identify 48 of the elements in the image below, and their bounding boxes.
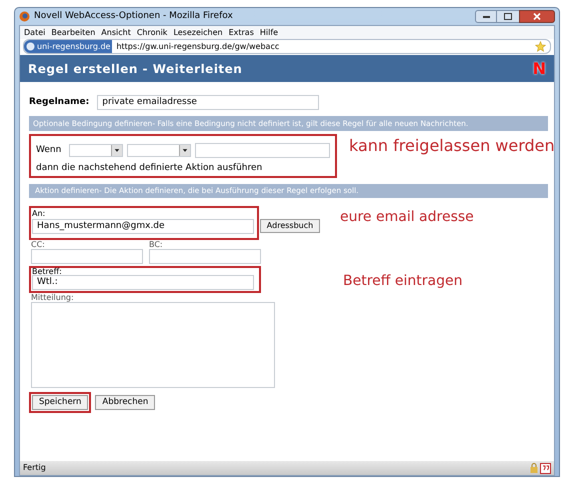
- annotation-text: kann freigelassen werden: [349, 135, 555, 157]
- menu-item[interactable]: Chronik: [136, 26, 168, 38]
- close-icon: [533, 13, 541, 20]
- maximize-icon: [504, 13, 512, 20]
- field-label: An:: [32, 208, 46, 219]
- field-label: Regelname:: [29, 96, 90, 109]
- condition-text: dann die nachstehend definierte Aktion ausführen: [36, 162, 264, 175]
- subject-field[interactable]: Wtl.:: [32, 275, 254, 290]
- address-book-button[interactable]: Adressbuch: [260, 219, 320, 233]
- dropdown[interactable]: [69, 144, 123, 157]
- caret-icon: [179, 145, 190, 156]
- form-button[interactable]: Abbrechen: [95, 395, 156, 410]
- annotation-text: Betreff eintragen: [343, 272, 462, 291]
- form-button[interactable]: Speichern: [32, 395, 88, 410]
- menu-item[interactable]: Extras: [228, 26, 254, 38]
- close-button[interactable]: [519, 10, 555, 23]
- bc-field[interactable]: [149, 249, 261, 264]
- menu-item[interactable]: Ansicht: [101, 26, 131, 38]
- menu-item[interactable]: Bearbeiten: [51, 26, 96, 38]
- condition-field[interactable]: [195, 143, 330, 158]
- recipient-field[interactable]: Hans_mustermann@gmx.de: [32, 219, 254, 234]
- maximize-button[interactable]: [497, 10, 519, 23]
- minimize-icon: [482, 16, 490, 18]
- field-label: Wenn: [36, 144, 62, 157]
- logo: N: [532, 58, 546, 80]
- field-label: BC:: [149, 240, 164, 249]
- quote-icon: [540, 462, 551, 474]
- url-text[interactable]: https://gw.uni-regensburg.de/gw/webacc: [116, 40, 280, 52]
- menu-item[interactable]: Datei: [24, 26, 46, 38]
- page-title: Regel erstellen - Weiterleiten: [28, 60, 242, 78]
- rule-name-field[interactable]: private emailadresse: [97, 95, 320, 110]
- lock-icon: [530, 463, 538, 473]
- menu-item[interactable]: Hilfe: [260, 26, 278, 38]
- browser-logo-icon: [19, 11, 30, 22]
- dropdown[interactable]: [126, 144, 192, 157]
- window-title: Novell WebAccess-Optionen - Mozilla Firefox: [34, 10, 233, 23]
- menu-item[interactable]: Lesezeichen: [173, 26, 223, 38]
- minimize-button[interactable]: [475, 10, 497, 23]
- message-field[interactable]: [31, 302, 275, 388]
- site-identity[interactable]: uni-regensburg.de: [24, 40, 112, 53]
- status-text: Fertig: [23, 462, 46, 474]
- annotation-text: eure email adresse: [340, 208, 474, 227]
- field-label: Mitteilung:: [31, 293, 75, 302]
- field-label: CC:: [31, 240, 46, 249]
- star-icon[interactable]: [535, 41, 546, 52]
- cc-field[interactable]: [31, 249, 143, 264]
- field-label: Betreff:: [32, 268, 63, 275]
- caret-icon: [110, 145, 122, 156]
